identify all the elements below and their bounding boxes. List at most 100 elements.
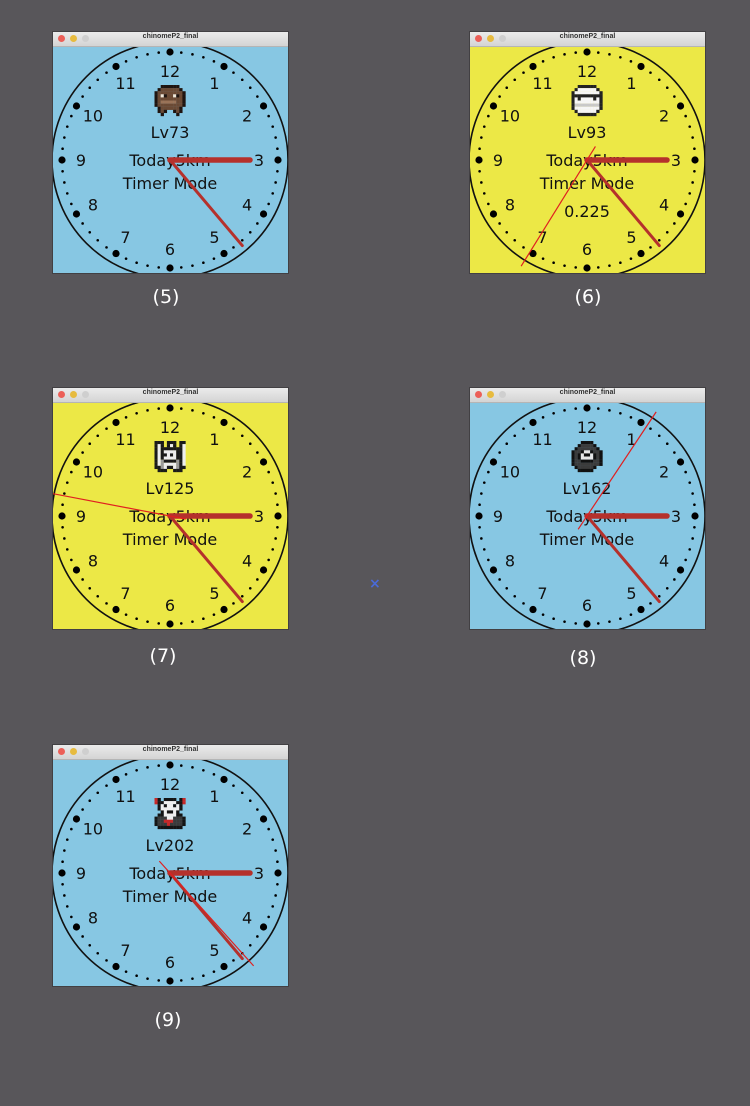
hour-dot <box>583 620 591 628</box>
minute-dot <box>498 451 501 454</box>
minute-dot <box>61 147 64 151</box>
minute-dot <box>480 492 483 495</box>
minute-dot <box>81 808 84 811</box>
minute-dot <box>487 470 490 474</box>
hour-dot <box>220 775 228 784</box>
minute-dot <box>179 266 183 269</box>
clock-numeral-7: 7 <box>120 584 130 603</box>
hour-dot <box>489 210 498 218</box>
minute-dot <box>191 620 194 623</box>
hour-dot <box>691 156 699 164</box>
hour-dot <box>112 62 120 71</box>
minute-dot <box>498 95 501 98</box>
clock-numeral-5: 5 <box>209 228 219 247</box>
hour-dot <box>112 775 120 784</box>
clock-numeral-2: 2 <box>242 820 252 839</box>
minute-dot <box>608 620 611 623</box>
minute-dot <box>574 51 578 54</box>
minute-dot <box>629 257 633 260</box>
minute-dot <box>271 481 275 484</box>
minute-dot <box>124 60 128 63</box>
minute-dot <box>202 974 205 978</box>
minute-dot <box>240 594 244 598</box>
minute-dot <box>63 537 66 540</box>
minute-dot <box>256 222 259 225</box>
title-bar[interactable]: chinomeP2_final <box>53 388 288 403</box>
minute-dot <box>482 481 486 484</box>
hour-dot <box>220 605 228 614</box>
minute-dot <box>146 264 149 267</box>
minute-dot <box>212 773 216 776</box>
hour-dot <box>259 102 268 110</box>
clock-numeral-3: 3 <box>671 507 681 526</box>
figure-caption: (5) <box>152 286 180 308</box>
minute-dot <box>541 257 545 260</box>
clock-numeral-4: 4 <box>659 196 669 215</box>
minute-hand <box>585 514 661 604</box>
minute-dot <box>157 266 161 269</box>
cursor-marker-icon: × <box>369 576 381 592</box>
clock-numeral-9: 9 <box>493 151 503 170</box>
hour-dot <box>274 156 282 164</box>
minute-hand <box>168 514 244 604</box>
clock-numeral-2: 2 <box>242 463 252 482</box>
clock-canvas: 121234567891011Lv125Today5kmTimer Mode <box>53 403 288 629</box>
minute-dot <box>541 613 545 616</box>
minute-dot <box>498 578 501 581</box>
title-bar[interactable]: chinomeP2_final <box>53 745 288 760</box>
minute-dot <box>673 95 676 98</box>
title-bar[interactable]: chinomeP2_final <box>470 388 705 403</box>
minute-dot <box>274 894 277 897</box>
hour-dot <box>166 620 174 628</box>
minute-dot <box>688 548 692 551</box>
figure-caption: (9) <box>154 1009 182 1031</box>
white-ghost-avatar-icon <box>571 85 603 117</box>
clock-numeral-5: 5 <box>209 584 219 603</box>
clock-numeral-11: 11 <box>115 430 135 449</box>
hour-dot <box>259 815 268 823</box>
minute-dot <box>191 264 194 267</box>
minute-dot <box>619 261 622 265</box>
clock-numeral-10: 10 <box>500 463 520 482</box>
minute-dot <box>657 78 661 82</box>
clock-numeral-3: 3 <box>254 507 264 526</box>
minute-dot <box>191 977 194 980</box>
dark-knight-avatar-icon <box>571 441 603 473</box>
minute-dot <box>619 55 622 59</box>
clock-numeral-6: 6 <box>165 240 175 259</box>
minute-dot <box>505 86 509 90</box>
title-bar[interactable]: chinomeP2_final <box>53 32 288 47</box>
level-text: Lv202 <box>146 836 195 855</box>
hour-dot <box>72 566 81 574</box>
minute-dot <box>179 407 183 410</box>
hour-dot <box>112 249 120 258</box>
minute-dot <box>619 411 622 415</box>
minute-dot <box>482 125 486 128</box>
clock-numeral-9: 9 <box>76 864 86 883</box>
minute-dot <box>505 230 509 234</box>
title-bar[interactable]: chinomeP2_final <box>470 32 705 47</box>
minute-dot <box>271 125 275 128</box>
hour-dot <box>72 458 81 466</box>
minute-dot <box>240 238 244 242</box>
minute-dot <box>513 238 517 242</box>
minute-dot <box>146 977 149 980</box>
level-text: Lv162 <box>563 479 612 498</box>
hour-dot <box>58 512 66 520</box>
window-title: chinomeP2_final <box>559 33 616 40</box>
minute-dot <box>487 202 490 206</box>
minute-dot <box>157 622 161 625</box>
minute-dot <box>212 970 216 973</box>
minute-dot <box>105 71 108 74</box>
window-title: chinomeP2_final <box>142 746 199 753</box>
minute-dot <box>135 974 138 978</box>
minute-dot <box>691 136 694 139</box>
minute-dot <box>657 434 661 438</box>
minute-dot <box>487 558 490 562</box>
minute-dot <box>487 114 490 118</box>
minute-dot <box>276 503 279 507</box>
clock-canvas: 121234567891011Lv73Today5kmTimer Mode <box>53 47 288 273</box>
minute-dot <box>267 114 270 118</box>
minute-dot <box>232 71 235 74</box>
clock-numeral-11: 11 <box>532 74 552 93</box>
